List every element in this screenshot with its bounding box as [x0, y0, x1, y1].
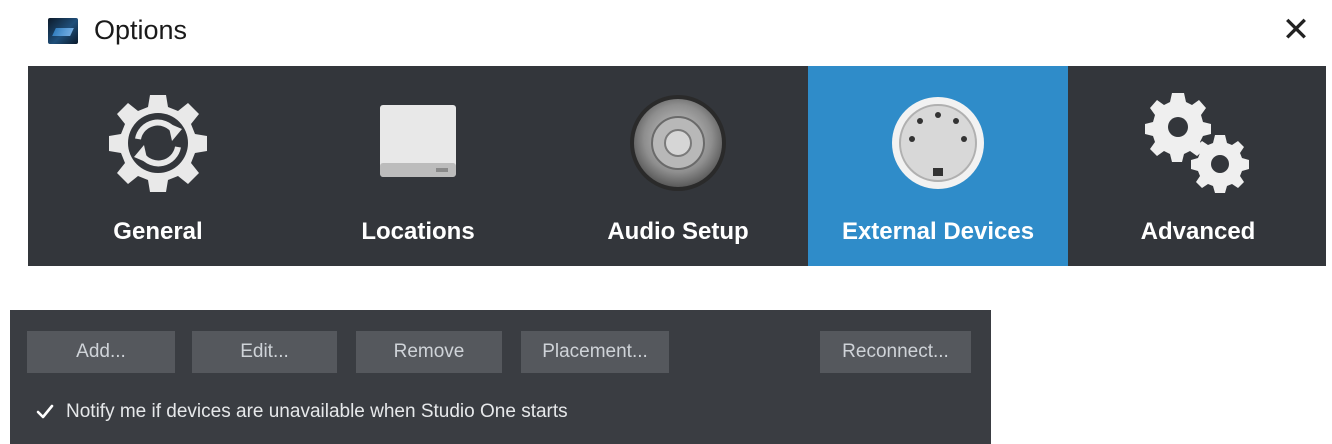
tab-advanced[interactable]: Advanced — [1068, 66, 1328, 266]
speaker-icon — [548, 88, 808, 198]
category-bar: General Locations Audio Setup External D… — [28, 66, 1326, 266]
tab-external-devices[interactable]: External Devices — [808, 66, 1068, 266]
tab-audio-setup[interactable]: Audio Setup — [548, 66, 808, 266]
tab-advanced-label: Advanced — [1140, 218, 1256, 245]
checkmark-icon — [36, 404, 54, 419]
tab-external-devices-label: External Devices — [841, 218, 1035, 245]
gears-icon — [1068, 88, 1328, 198]
notify-checkbox[interactable] — [34, 401, 56, 423]
title-bar: Options ✕ — [28, 0, 1326, 66]
reconnect-button[interactable]: Reconnect... — [820, 331, 971, 373]
add-button[interactable]: Add... — [27, 331, 175, 373]
tab-locations-label: Locations — [361, 218, 475, 245]
remove-button[interactable]: Remove — [356, 331, 502, 373]
placement-button[interactable]: Placement... — [521, 331, 669, 373]
app-logo-icon — [48, 18, 78, 44]
midi-connector-icon — [808, 88, 1068, 198]
window-title: Options — [94, 15, 188, 45]
tab-locations[interactable]: Locations — [288, 66, 548, 266]
notify-checkbox-row: Notify me if devices are unavailable whe… — [34, 398, 568, 426]
close-button[interactable]: ✕ — [1274, 10, 1318, 50]
tab-general[interactable]: General — [28, 66, 288, 266]
drive-icon — [288, 88, 548, 198]
edit-button[interactable]: Edit... — [192, 331, 337, 373]
tab-general-label: General — [113, 218, 203, 245]
external-devices-panel: Add... Edit... Remove Placement... Recon… — [10, 310, 991, 444]
gear-sync-icon — [28, 88, 288, 198]
tab-audio-setup-label: Audio Setup — [607, 218, 749, 245]
notify-checkbox-label: Notify me if devices are unavailable whe… — [66, 401, 568, 422]
